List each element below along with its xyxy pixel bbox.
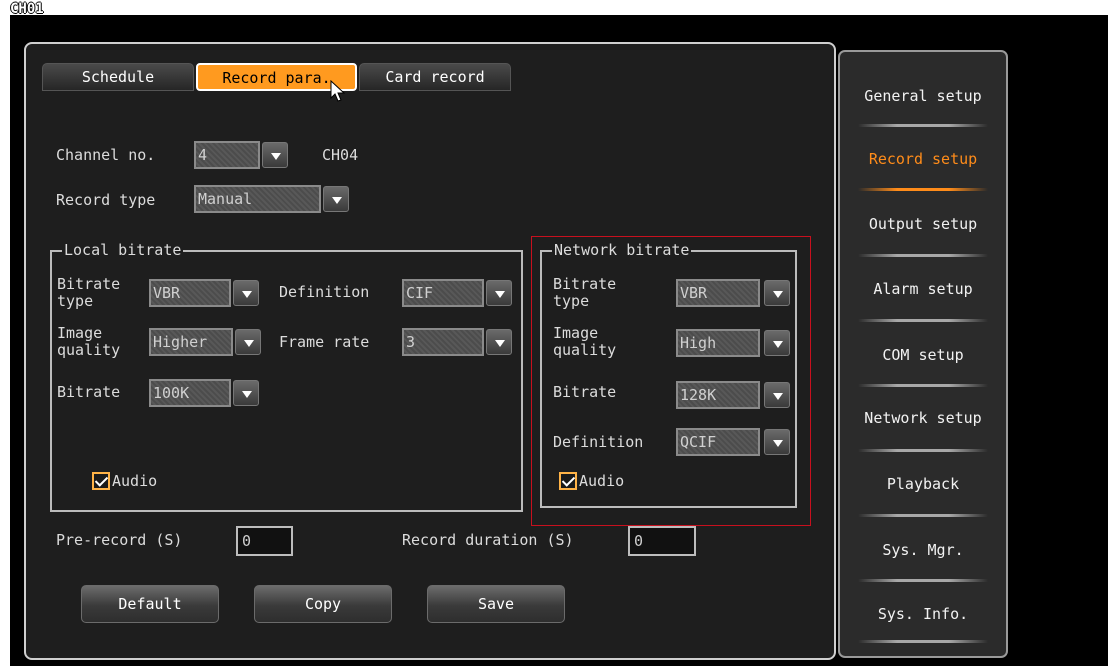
menu-network-setup[interactable]: Network setup	[840, 399, 1006, 437]
label-line: type	[57, 292, 94, 310]
label-line: quality	[57, 341, 121, 359]
label-line: type	[553, 292, 590, 310]
local-image-quality-label: Image quality	[57, 325, 120, 359]
menu-output-setup[interactable]: Output setup	[840, 205, 1006, 243]
menu-general-setup[interactable]: General setup	[840, 77, 1006, 115]
local-bitrate-type-value: VBR	[149, 279, 231, 307]
local-bitrate-select[interactable]: 100K	[149, 379, 259, 407]
setup-menu: General setup Record setup Output setup …	[838, 50, 1008, 658]
pre-record-label: Pre-record (S)	[56, 531, 183, 549]
chevron-down-icon[interactable]	[262, 142, 288, 168]
label-line: Image	[553, 324, 599, 342]
record-duration-label: Record duration (S)	[402, 531, 574, 549]
local-image-quality-value: Higher	[149, 328, 233, 356]
pre-record-input[interactable]: 0	[236, 526, 293, 556]
save-button[interactable]: Save	[427, 585, 565, 623]
menu-sys-info[interactable]: Sys. Info.	[840, 595, 1006, 633]
chevron-down-icon[interactable]	[764, 280, 790, 306]
menu-record-setup[interactable]: Record setup	[840, 140, 1006, 178]
channel-no-label: Channel no.	[56, 146, 156, 164]
label-line: Bitrate	[57, 275, 121, 293]
menu-divider	[858, 384, 988, 387]
network-audio-checkbox[interactable]	[559, 472, 577, 490]
record-type-label: Record type	[56, 191, 156, 209]
chevron-down-icon[interactable]	[764, 330, 790, 356]
tab-schedule[interactable]: Schedule	[42, 63, 194, 91]
channel-no-select[interactable]: 4	[194, 141, 288, 169]
menu-divider	[858, 319, 988, 322]
local-bitrate-type-label: Bitrate type	[57, 276, 120, 310]
record-type-value: Manual	[194, 185, 321, 213]
local-audio-label: Audio	[112, 472, 158, 490]
menu-divider	[858, 579, 988, 582]
local-audio-checkbox[interactable]	[92, 472, 110, 490]
channel-name: CH04	[322, 146, 359, 164]
chevron-down-icon[interactable]	[233, 280, 259, 306]
network-bitrate-type-label: Bitrate type	[553, 276, 616, 310]
chevron-down-icon[interactable]	[486, 280, 512, 306]
local-frame-rate-select[interactable]: 3	[402, 328, 512, 356]
label-line: quality	[553, 341, 617, 359]
network-definition-value: QCIF	[676, 428, 760, 456]
network-image-quality-label: Image quality	[553, 325, 616, 359]
network-bitrate-label: Bitrate	[553, 383, 617, 401]
chevron-down-icon[interactable]	[764, 429, 790, 455]
menu-com-setup[interactable]: COM setup	[840, 336, 1006, 374]
local-bitrate-value: 100K	[149, 379, 231, 407]
network-definition-label: Definition	[553, 433, 644, 451]
network-image-quality-value: High	[676, 329, 760, 357]
channel-no-value: 4	[194, 141, 260, 169]
default-button[interactable]: Default	[81, 585, 219, 623]
network-bitrate-select[interactable]: 128K	[676, 381, 790, 409]
local-definition-label: Definition	[279, 283, 370, 301]
local-frame-rate-value: 3	[402, 328, 484, 356]
menu-sys-mgr[interactable]: Sys. Mgr.	[840, 531, 1006, 569]
network-image-quality-select[interactable]: High	[676, 329, 790, 357]
menu-divider	[858, 124, 988, 127]
menu-divider	[858, 188, 988, 191]
network-bitrate-title: Network bitrate	[552, 241, 692, 259]
label-line: Image	[57, 324, 103, 342]
chevron-down-icon[interactable]	[233, 380, 259, 406]
record-type-select[interactable]: Manual	[194, 185, 349, 213]
menu-divider	[858, 449, 988, 452]
menu-divider	[858, 640, 988, 643]
chevron-down-icon[interactable]	[235, 329, 261, 355]
network-definition-select[interactable]: QCIF	[676, 428, 790, 456]
channel-title: CH01	[10, 1, 44, 17]
local-bitrate-title: Local bitrate	[62, 241, 184, 259]
chevron-down-icon[interactable]	[486, 329, 512, 355]
mouse-pointer-icon	[330, 80, 346, 102]
network-bitrate-type-value: VBR	[676, 279, 760, 307]
chevron-down-icon[interactable]	[764, 382, 790, 408]
network-bitrate-value: 128K	[676, 381, 760, 409]
copy-button[interactable]: Copy	[254, 585, 392, 623]
menu-alarm-setup[interactable]: Alarm setup	[840, 270, 1006, 308]
local-bitrate-type-select[interactable]: VBR	[149, 279, 259, 307]
local-image-quality-select[interactable]: Higher	[149, 328, 261, 356]
local-bitrate-label: Bitrate	[57, 383, 121, 401]
local-frame-rate-label: Frame rate	[279, 333, 370, 351]
label-line: Bitrate	[553, 275, 617, 293]
record-duration-input[interactable]: 0	[628, 526, 696, 556]
tab-card-record[interactable]: Card record	[359, 63, 511, 91]
menu-divider	[858, 254, 988, 257]
menu-divider	[858, 514, 988, 517]
local-definition-value: CIF	[402, 279, 484, 307]
network-bitrate-type-select[interactable]: VBR	[676, 279, 790, 307]
network-audio-label: Audio	[579, 472, 625, 490]
local-definition-select[interactable]: CIF	[402, 279, 512, 307]
menu-playback[interactable]: Playback	[840, 465, 1006, 503]
chevron-down-icon[interactable]	[323, 186, 349, 212]
